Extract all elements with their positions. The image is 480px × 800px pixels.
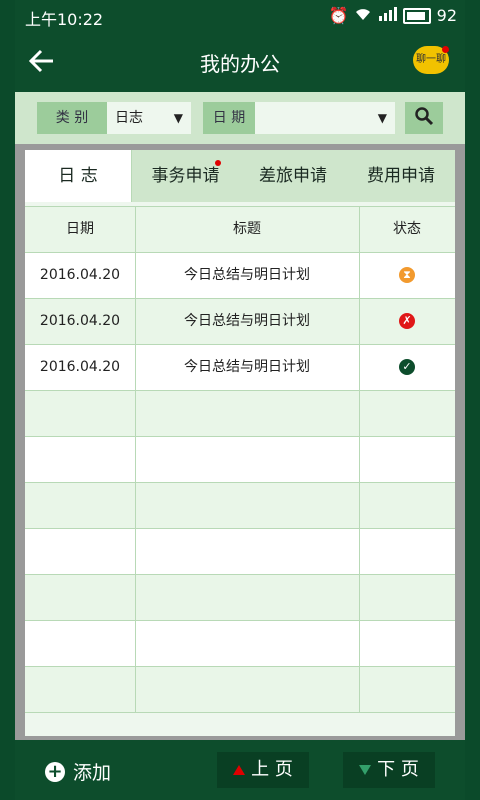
next-page-label: 下 页 [377,759,419,780]
category-select[interactable]: 日志 ▼ [107,102,191,134]
tab-log[interactable]: 日 志 [25,150,132,202]
search-button[interactable] [405,102,443,134]
table-row[interactable]: 2016.04.20 今日总结与明日计划 ✗ [25,299,455,345]
content-panel: 日 志 事务申请 差旅申请 费用申请 日期 标题 状态 2016.04.20 今… [15,144,465,740]
battery-level: 92 [436,6,457,25]
prev-page-button[interactable]: 上 页 [217,752,309,788]
filter-bar: 类 别 日志 ▼ 日 期 ▼ [15,92,465,144]
row-date: 2016.04.20 [25,299,136,344]
status-bar: 上午10:22 ⏰ 92 [15,0,465,32]
status-time: 上午10:22 [25,10,104,29]
header-title: 标题 [135,207,360,252]
chevron-down-icon: ▼ [377,111,387,125]
next-page-button[interactable]: 下 页 [343,752,435,788]
header-date: 日期 [25,207,136,252]
prev-page-label: 上 页 [251,759,293,780]
tab-label: 差旅申请 [259,166,327,186]
wifi-icon [355,6,371,25]
chat-notification-badge [442,46,449,53]
row-title: 今日总结与明日计划 [135,253,360,298]
header-status: 状态 [393,221,421,237]
battery-icon [402,7,431,24]
notification-badge [215,160,221,166]
title-bar: 我的办公 聊一聊 [15,32,465,92]
tab-expense[interactable]: 费用申请 [347,150,455,202]
row-title: 今日总结与明日计划 [135,299,360,344]
app-frame: 上午10:22 ⏰ 92 我的办公 聊一聊 类 别 日志 ▼ 日 期 ▼ 日 志… [15,0,465,800]
hourglass-icon: ⧗ [399,267,415,283]
empty-row [25,621,455,667]
tab-travel[interactable]: 差旅申请 [239,150,347,202]
chat-label: 聊一聊 [416,54,446,65]
category-value: 日志 [115,110,143,126]
search-icon [414,106,434,130]
page-title: 我的办公 [200,52,280,76]
arrow-up-icon [233,765,246,775]
log-table: 日期 标题 状态 2016.04.20 今日总结与明日计划 ⧗ 2016.04.… [25,206,455,737]
table-header: 日期 标题 状态 [25,207,455,253]
add-button[interactable]: + 添加 [45,758,111,785]
empty-row [25,529,455,575]
tab-label: 事务申请 [151,166,220,186]
tab-affairs[interactable]: 事务申请 [132,150,239,202]
table-row[interactable]: 2016.04.20 今日总结与明日计划 ⧗ [25,253,455,299]
tab-label: 费用申请 [367,166,435,186]
status-icons: ⏰ 92 [329,6,457,25]
empty-row [25,437,455,483]
row-title: 今日总结与明日计划 [135,345,360,390]
content-card: 日 志 事务申请 差旅申请 费用申请 日期 标题 状态 2016.04.20 今… [25,150,455,736]
date-select[interactable]: ▼ [255,102,395,134]
empty-row [25,391,455,437]
empty-row [25,483,455,529]
x-icon: ✗ [399,313,415,329]
row-date: 2016.04.20 [25,253,136,298]
arrow-down-icon [359,765,372,775]
alarm-icon: ⏰ [328,6,349,25]
chat-button[interactable]: 聊一聊 [413,46,449,74]
row-status: ✗ [359,299,455,344]
row-date: 2016.04.20 [25,345,136,390]
empty-row [25,575,455,621]
tab-label: 日 志 [58,166,98,186]
row-status: ✓ [359,345,455,390]
empty-row [25,667,455,713]
date-label: 日 期 [203,102,255,134]
plus-icon: + [45,761,65,782]
bottom-bar: + 添加 上 页 下 页 [15,740,465,800]
check-icon: ✓ [399,359,415,375]
add-label: 添加 [73,762,112,784]
row-status: ⧗ [359,253,455,298]
tab-bar: 日 志 事务申请 差旅申请 费用申请 [25,150,455,202]
table-row[interactable]: 2016.04.20 今日总结与明日计划 ✓ [25,345,455,391]
chevron-down-icon: ▼ [173,111,183,125]
category-label: 类 别 [37,102,107,134]
signal-4g-icon [377,6,397,25]
